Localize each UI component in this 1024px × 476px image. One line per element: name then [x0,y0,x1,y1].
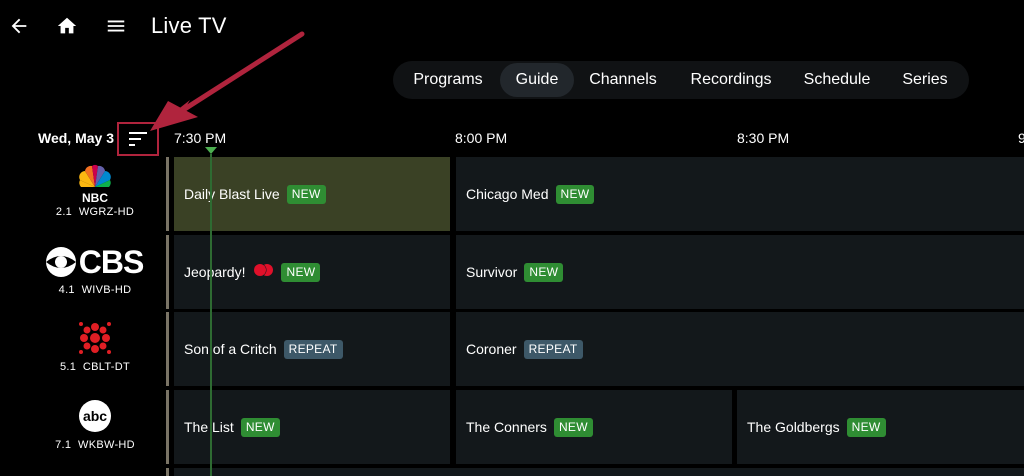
program-cell[interactable]: Jeopardy! NEW [174,235,450,309]
program-cell[interactable]: The List NEW [174,390,450,464]
channel-info[interactable]: CBS 4.1 WIVB-HD [0,235,166,309]
program-title: The List [184,419,234,435]
new-badge: NEW [553,417,593,437]
row-divider [166,390,169,464]
nbc-logo: NBC [0,163,191,208]
program-cell[interactable]: The Conners NEW [456,390,732,464]
program-cell[interactable] [174,468,1024,476]
sort-icon [129,132,147,146]
cbs-logo: CBS [0,244,191,284]
program-title: The Conners [466,419,547,435]
tab-channels[interactable]: Channels [579,63,667,97]
channel-info[interactable]: 5.1 CBLT-DT [0,312,166,386]
tab-programs[interactable]: Programs [401,63,495,97]
repeat-badge: REPEAT [523,339,583,359]
top-bar: Live TV [0,0,1024,52]
svg-text:abc: abc [83,408,107,424]
channel-info[interactable]: NBC 2.1 WGRZ-HD [0,157,166,231]
cbc-logo [0,320,191,361]
program-title: The Goldbergs [747,419,840,435]
channel-row: NBC 2.1 WGRZ-HD Daily Blast Live NEW Chi… [0,157,1024,231]
time-slot-label: 8:00 PM [455,130,508,146]
back-arrow-icon[interactable] [5,12,33,40]
tab-schedule[interactable]: Schedule [795,63,879,97]
view-tabs: Programs Guide Channels Recordings Sched… [393,61,969,99]
channel-row: 5.1 CBLT-DT Son of a Critch REPEAT Coron… [0,312,1024,386]
page-title: Live TV [151,13,227,38]
program-title: Son of a Critch [184,341,277,357]
channel-number: 2.1 WGRZ-HD [55,206,135,218]
program-title: Chicago Med [466,186,549,202]
program-cell[interactable]: Daily Blast Live NEW [174,157,450,231]
new-badge: NEW [846,417,886,437]
tab-series[interactable]: Series [889,63,961,97]
home-icon[interactable] [53,12,81,40]
channel-number: 7.1 WKBW-HD [55,439,135,451]
channel-info[interactable]: abc 7.1 WKBW-HD [0,390,166,464]
program-cell[interactable]: Coroner REPEAT [456,312,1024,386]
channel-number: 5.1 CBLT-DT [59,361,131,373]
recording-icon [252,263,274,282]
row-divider [166,157,169,231]
program-cell[interactable]: Son of a Critch REPEAT [174,312,450,386]
program-cell[interactable]: Chicago Med NEW [456,157,1024,231]
new-badge: NEW [286,184,326,204]
menu-icon[interactable] [102,12,130,40]
channel-number: 4.1 WIVB-HD [58,284,132,296]
svg-text:CBS: CBS [79,245,144,279]
sort-button[interactable] [117,122,159,156]
current-time-line [210,154,212,476]
tab-guide[interactable]: Guide [500,63,574,97]
channel-row: abc 7.1 WKBW-HD The List NEW The Conners… [0,390,1024,464]
new-badge: NEW [524,262,564,282]
program-title: Jeopardy! [184,264,246,280]
repeat-badge: REPEAT [283,339,343,359]
program-cell[interactable]: Survivor NEW [456,235,1024,309]
svg-text:NBC: NBC [82,191,108,203]
program-cell[interactable]: The Goldbergs NEW [737,390,1024,464]
program-title: Daily Blast Live [184,186,280,202]
new-badge: NEW [240,417,280,437]
time-slot-label: 7:30 PM [174,130,227,146]
row-divider [166,235,169,309]
tab-recordings[interactable]: Recordings [677,63,785,97]
channel-row: CBS 4.1 WIVB-HD Jeopardy! NEW Survivor N… [0,235,1024,309]
guide-date: Wed, May 3 [38,130,114,146]
new-badge: NEW [555,184,595,204]
time-slot-label: 9 [1018,130,1024,146]
row-divider [166,468,169,476]
abc-logo: abc [0,398,191,439]
program-title: Survivor [466,264,518,280]
current-time-marker [205,147,217,154]
row-divider [166,312,169,386]
time-slot-label: 8:30 PM [737,130,790,146]
program-title: Coroner [466,341,517,357]
channel-row [0,468,1024,476]
new-badge: NEW [281,262,321,282]
